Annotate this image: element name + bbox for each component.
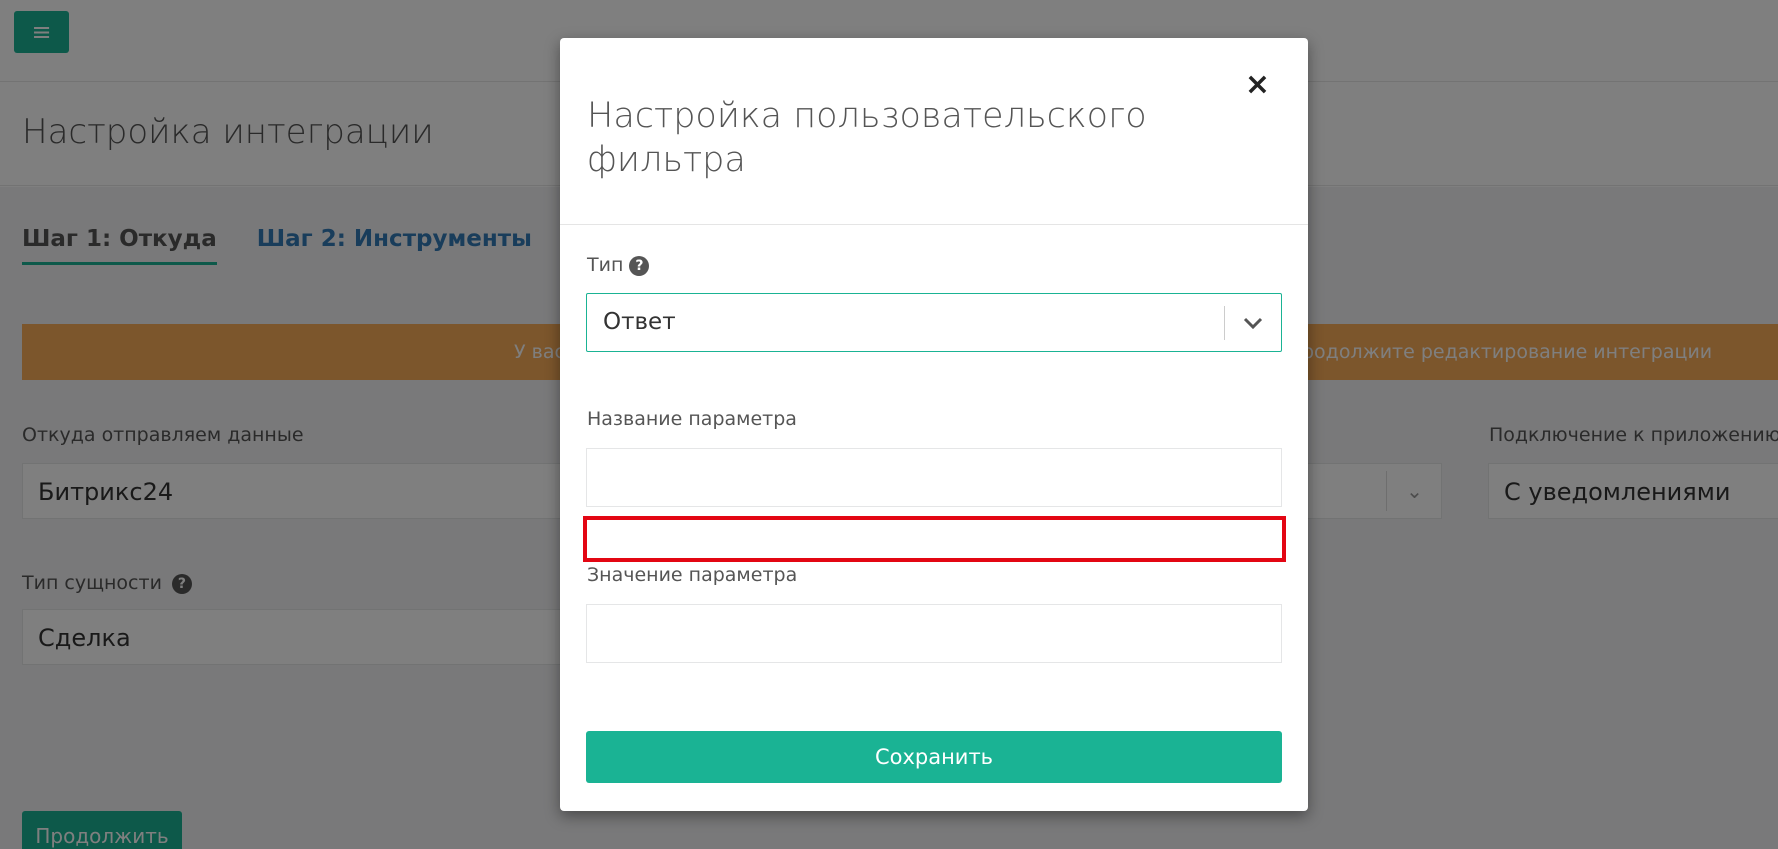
param-name-label: Название параметра (587, 408, 797, 430)
param-name-input[interactable] (586, 448, 1282, 507)
type-label: Тип? (587, 254, 650, 276)
select-separator (1224, 306, 1225, 340)
custom-filter-modal: × Настройка пользовательского фильтра Ти… (560, 38, 1308, 811)
type-label-text: Тип (587, 254, 624, 276)
param-value-input[interactable] (586, 604, 1282, 663)
chevron-down-icon[interactable] (1241, 308, 1265, 338)
modal-divider (560, 224, 1308, 225)
type-select-value: Ответ (603, 309, 676, 335)
help-icon[interactable]: ? (629, 255, 650, 276)
save-button[interactable]: Сохранить (586, 731, 1282, 783)
type-select[interactable]: Ответ (586, 293, 1282, 352)
param-value-label: Значение параметра (587, 564, 798, 586)
close-icon[interactable]: × (1245, 70, 1270, 100)
modal-title: Настройка пользовательского фильтра (587, 96, 1147, 180)
validation-error-highlight (583, 516, 1286, 562)
